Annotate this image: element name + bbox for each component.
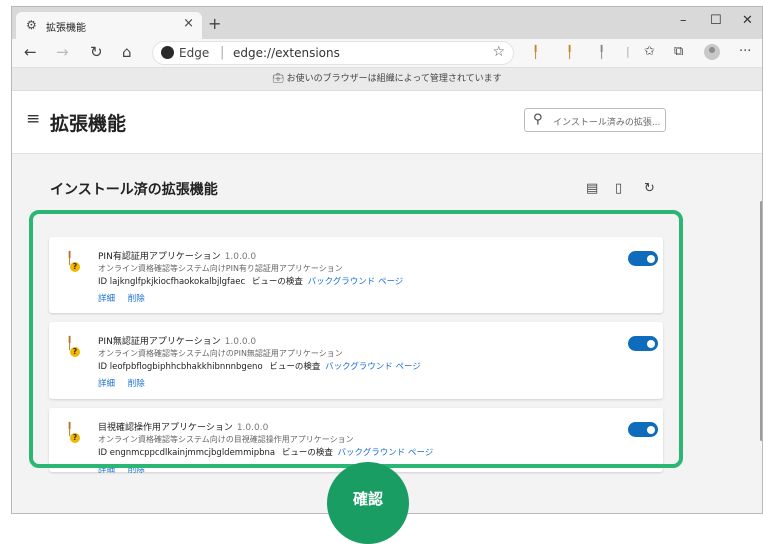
search-input[interactable]: ⚲ インストール済みの拡張...	[524, 108, 666, 132]
favorite-star-icon[interactable]: ☆	[492, 44, 505, 60]
toggle-knob	[647, 254, 655, 263]
page-title: 拡張機能	[50, 113, 127, 135]
extension-links: 詳細 削除	[98, 292, 155, 304]
extension-card: ╿ ? PIN無認証用アプリケーション 1.0.0.0 オンライン資格確認等システ…	[49, 322, 663, 399]
puzzle-icon: ⚙	[26, 18, 37, 32]
extension-key-icon: ╿ ?	[64, 422, 82, 446]
background-page-link[interactable]: バックグラウンド ページ	[325, 362, 421, 372]
extension-name-text: PIN無認証用アプリケーション	[98, 337, 221, 347]
warning-badge-icon: ?	[70, 433, 80, 443]
toggle-knob	[647, 339, 655, 348]
enable-toggle[interactable]	[628, 422, 658, 437]
page-header: ≡ 拡張機能 ⚲ インストール済みの拡張...	[12, 91, 762, 154]
details-link[interactable]: 詳細	[98, 465, 115, 475]
id-prefix: ID	[98, 362, 108, 372]
search-icon: ⚲	[533, 112, 543, 127]
extension-version: 1.0.0.0	[236, 423, 269, 433]
extension-key-icon: ╿ ?	[64, 251, 82, 275]
minimize-button[interactable]: –	[680, 13, 687, 28]
remove-link[interactable]: 削除	[128, 294, 145, 304]
toggle-knob	[647, 425, 655, 434]
address-separator: |	[220, 45, 225, 60]
refresh-icon[interactable]: ↻	[90, 43, 103, 61]
address-bar[interactable]: Edge | edge://extensions ☆	[152, 41, 514, 65]
enable-toggle[interactable]	[628, 251, 658, 266]
search-placeholder: インストール済みの拡張...	[553, 118, 661, 128]
briefcase-icon: 💼︎	[272, 74, 284, 84]
extension-name: PIN無認証用アプリケーション 1.0.0.0	[98, 334, 256, 347]
toolbar-divider: |	[626, 45, 630, 58]
new-tab-button[interactable]: +	[208, 14, 221, 33]
extension-version: 1.0.0.0	[224, 337, 257, 347]
remove-link[interactable]: 削除	[128, 379, 145, 389]
tab-extensions[interactable]: ⚙ 拡張機能 ×	[16, 12, 202, 39]
edge-logo-icon	[161, 46, 174, 59]
extension-card: ╿ ? 目視確認操作用アプリケーション 1.0.0.0 オンライン資格確認等システ…	[49, 408, 663, 475]
extension-name-text: 目視確認操作用アプリケーション	[98, 423, 233, 433]
back-arrow-icon[interactable]: ←	[24, 43, 37, 61]
confirm-callout-badge: 確認	[327, 462, 409, 544]
extension-name-text: PIN有認証用アプリケーション	[98, 252, 221, 262]
inspect-label: ビューの検査	[281, 448, 333, 458]
update-refresh-icon[interactable]: ↻	[644, 181, 655, 196]
edge-label: Edge	[179, 46, 210, 60]
extension-id-line: ID leofpbflogbiphhcbhakkhibnnnbgeno ビューの…	[98, 360, 421, 372]
section-title: インストール済の拡張機能	[50, 182, 218, 198]
forward-arrow-icon[interactable]: →	[56, 43, 69, 61]
home-icon[interactable]: ⌂	[122, 43, 132, 61]
tab-close-button[interactable]: ×	[183, 16, 194, 31]
extensions-page: ≡ 拡張機能 ⚲ インストール済みの拡張... インストール済の拡張機能 ▤ ▯…	[12, 91, 762, 513]
tab-strip: ⚙ 拡張機能 × + – ☐ ✕	[12, 7, 762, 39]
extension-description: オンライン資格確認等システム向けのPIN無認証用アプリケーション	[98, 349, 343, 358]
enable-toggle[interactable]	[628, 336, 658, 351]
window-close-button[interactable]: ✕	[742, 13, 753, 28]
background-page-link[interactable]: バックグラウンド ページ	[338, 448, 434, 458]
managed-notice-text: お使いのブラウザーは組織によって管理されています	[286, 74, 502, 84]
extension-id: engnmcppcdlkainjmmcjbgldemmipbna	[109, 448, 276, 458]
extension-name: PIN有認証用アプリケーション 1.0.0.0	[98, 249, 256, 262]
extension-key-icon: ╿ ?	[64, 336, 82, 360]
inspect-label: ビューの検査	[251, 277, 303, 287]
extension-id-line: ID engnmcppcdlkainjmmcjbgldemmipbna ビューの…	[98, 446, 433, 458]
extension-description: オンライン資格確認等システム向けの目視確認操作用アプリケーション	[98, 435, 354, 444]
hamburger-menu-icon[interactable]: ≡	[26, 109, 40, 129]
extension-id: leofpbflogbiphhcbhakkhibnnnbgeno	[109, 362, 263, 372]
extension-id: lajknglfpkjkiocfhaokokalbjlgfaec	[109, 277, 246, 287]
details-link[interactable]: 詳細	[98, 294, 115, 304]
extension-version: 1.0.0.0	[224, 252, 257, 262]
extension-description: オンライン資格確認等システム向けPIN有り認証用アプリケーション	[98, 264, 343, 273]
extension-key-icon[interactable]: ╿	[532, 45, 539, 59]
confirm-callout-label: 確認	[352, 490, 383, 508]
browser-window: ⚙ 拡張機能 × + – ☐ ✕ ← → ↻ ⌂ Edge | edge://e…	[11, 6, 763, 514]
profile-avatar[interactable]	[704, 44, 720, 60]
inspect-label: ビューの検査	[269, 362, 321, 372]
extension-links: 詳細 削除	[98, 377, 155, 389]
url-text[interactable]: edge://extensions	[233, 46, 340, 60]
extension-links: 詳細 削除	[98, 463, 155, 475]
id-prefix: ID	[98, 448, 108, 458]
more-menu-icon[interactable]: ···	[739, 44, 751, 59]
maximize-button[interactable]: ☐	[710, 13, 722, 28]
collections-icon[interactable]: ⧉	[674, 44, 683, 59]
remove-link[interactable]: 削除	[128, 465, 145, 475]
extension-id-line: ID lajknglfpkjkiocfhaokokalbjlgfaec ビューの…	[98, 275, 403, 287]
extension-card: ╿ ? PIN有認証用アプリケーション 1.0.0.0 オンライン資格確認等システ…	[49, 237, 663, 313]
warning-badge-icon: ?	[70, 262, 80, 272]
address-toolbar: ← → ↻ ⌂ Edge | edge://extensions ☆ ╿ ╿ ╿…	[12, 39, 762, 68]
tab-title: 拡張機能	[46, 23, 86, 34]
extension-key-icon[interactable]: ╿	[598, 45, 605, 59]
warning-badge-icon: ?	[70, 347, 80, 357]
extension-key-icon[interactable]: ╿	[566, 45, 573, 59]
load-unpacked-icon[interactable]: ▯	[615, 181, 622, 196]
extension-name: 目視確認操作用アプリケーション 1.0.0.0	[98, 420, 268, 433]
background-page-link[interactable]: バックグラウンド ページ	[308, 277, 404, 287]
id-prefix: ID	[98, 277, 108, 287]
favorites-icon[interactable]: ✩	[644, 44, 655, 59]
pack-extension-icon[interactable]: ▤	[586, 181, 598, 196]
managed-notice-bar: 💼︎ お使いのブラウザーは組織によって管理されています	[12, 68, 762, 91]
details-link[interactable]: 詳細	[98, 379, 115, 389]
